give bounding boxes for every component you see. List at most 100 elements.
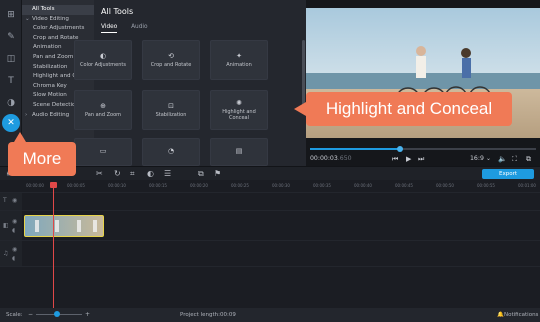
tool-card[interactable]: ▤ [210,138,268,166]
more-callout: More [8,132,76,176]
tool-card[interactable]: ◐ Color Adjustments [74,40,132,80]
tools-list-label: Audio Editing [32,111,70,118]
ruler-tick-label: 00:00:10 [108,183,126,188]
notifications-icon[interactable]: 🔔 [497,312,504,318]
filters-icon[interactable]: ◑ [4,96,18,110]
color-icon[interactable]: ◐ [147,169,154,178]
more-tools-icon[interactable]: ✕ [2,114,20,132]
import-icon[interactable]: ⊞ [4,8,18,22]
visibility-icon[interactable]: ◉ [12,218,17,225]
tool-card-label: Stabilization [155,112,187,118]
ruler-tick-label: 00:00:50 [436,183,454,188]
audio-track: ♫ ◉ ◖ [0,240,540,266]
ruler-tick-label: 00:01:00 [518,183,536,188]
video-track-icon: ◧ [3,222,9,229]
tool-card-icon: ✺ [236,99,242,107]
notifications-link[interactable]: Notifications [504,312,538,318]
fullscreen-icon[interactable]: ⛶ [512,155,517,164]
timeline-tracks: T ◉ ◧ ◉ ◖ ♫ ◉ ◖ [0,192,540,308]
ruler-tick-label: 00:00:05 [67,183,85,188]
tools-list-label: Stabilization [33,63,68,70]
tool-card[interactable]: ▭ [74,138,132,166]
caret-icon: › [25,111,28,118]
ruler-tick-label: 00:00:15 [149,183,167,188]
tools-list-label: Color Adjustments [33,25,85,32]
tool-card-label: Crop and Rotate [150,62,192,68]
tool-card-label: Animation [226,62,252,68]
time-readout: 00:00:03.650 [310,155,352,162]
tool-card-label: Color Adjustments [80,62,126,68]
ruler-tick-label: 00:00:20 [190,183,208,188]
tab-video[interactable]: Video [101,24,118,33]
playhead[interactable] [50,182,57,308]
redo-icon[interactable]: ↻ [114,169,121,178]
title-track-icon: T [3,197,7,204]
tool-card-label: Highlight and Conceal [222,109,256,121]
tool-card[interactable]: ⊡ Stabilization [142,90,200,130]
ruler-tick-label: 00:00:40 [354,183,372,188]
tool-card[interactable]: ⟲ Crop and Rotate [142,40,200,80]
visibility-icon[interactable]: ◉ [12,197,17,204]
empty-track [0,266,540,308]
crop-icon[interactable]: ⌗ [130,169,135,179]
tool-card-icon: ⟲ [168,52,174,60]
time-current: 00:00:03 [310,155,338,162]
tools-list-label: All Tools [32,6,55,12]
status-bar: Scale: − + Project length: 00:09 🔔 Notif… [0,308,540,322]
detach-player-icon[interactable]: ⧉ [526,155,531,164]
highlight-callout: Highlight and Conceal [294,92,512,126]
tools-list-item[interactable]: All Tools [22,5,94,15]
tool-card[interactable]: ✦ Animation [210,40,268,80]
project-length-label: Project length: [180,312,220,318]
tool-card-icon: ⊡ [168,102,174,110]
tools-list-label: Video Editing [32,15,69,22]
play-button[interactable]: ▶ [406,155,411,163]
aspect-ratio-select[interactable]: 16:9 ⌄ [470,155,491,162]
transitions-icon[interactable]: ◫ [4,52,18,66]
zoom-in-icon[interactable]: + [85,311,90,318]
zoom-out-icon[interactable]: − [28,311,33,318]
playback-progress[interactable] [310,146,536,152]
overlay-icon[interactable]: ⧉ [198,169,204,179]
visibility-icon[interactable]: ◉ [12,246,17,253]
magic-wand-icon[interactable]: ✎ [4,30,18,44]
tools-panel: All Tools Video Audio ◐ Color Adjustments… [74,0,306,166]
tool-card[interactable]: ✺ Highlight and Conceal [210,90,268,130]
tool-card[interactable]: ⊕ Pan and Zoom [74,90,132,130]
progress-knob[interactable] [397,146,404,152]
tool-card-icon: ⊕ [100,102,106,110]
project-length-value: 00:09 [220,312,236,318]
tools-list-label: Pan and Zoom [33,53,74,60]
tool-card-icon: ▭ [99,147,107,155]
timeline-ruler[interactable]: 00:00:00 00:00:05 00:00:10 00:00:15 00:00:20… [0,180,540,192]
tool-card-label: Pan and Zoom [84,112,122,118]
next-frame-button[interactable]: ⏭ [418,155,424,164]
tab-audio[interactable]: Audio [131,24,147,30]
tools-list-item[interactable]: ⌄ Video Editing [22,15,94,25]
tool-card-icon: ◐ [99,52,107,60]
ruler-tick-label: 00:00:00 [26,183,44,188]
tools-list-item[interactable]: Color Adjustments [22,24,94,34]
ruler-tick-label: 00:00:25 [231,183,249,188]
tool-card-icon: ✦ [236,52,242,60]
tool-card-icon: ▤ [235,147,243,155]
tools-list-label: Chroma Key [33,82,67,89]
tools-list-label: Scene Detection [33,101,80,108]
ruler-tick-label: 00:00:55 [477,183,495,188]
ruler-tick-label: 00:00:45 [395,183,413,188]
volume-icon[interactable]: 🔈 [498,155,507,163]
time-fraction: .650 [337,155,352,162]
scale-slider-knob[interactable] [54,311,60,317]
prev-frame-button[interactable]: ⏮ [392,155,398,164]
cut-icon[interactable]: ✂ [96,169,103,178]
marker-flag-icon[interactable]: ⚑ [214,169,221,178]
mute-icon[interactable]: ◖ [12,227,15,234]
mute-icon[interactable]: ◖ [12,255,15,262]
titles-icon[interactable]: T [4,74,18,88]
export-button[interactable]: Export [482,169,534,179]
clip-properties-icon[interactable]: ☰ [164,169,171,178]
tools-list-label: Animation [33,44,62,51]
video-clip[interactable] [24,215,104,237]
panel-scrollbar[interactable] [302,40,305,110]
tool-card[interactable]: ◔ [142,138,200,166]
